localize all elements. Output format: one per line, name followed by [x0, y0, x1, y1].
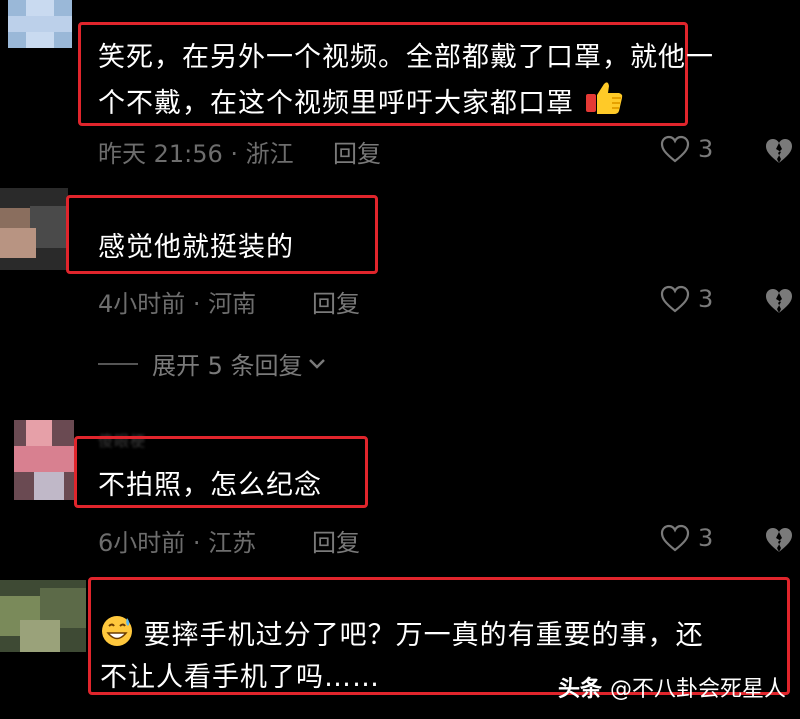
- comment-text: 感觉他就挺装的: [98, 232, 294, 263]
- comment-text: 个不戴，在这个视频里呼吁大家都口罩: [98, 80, 624, 130]
- broken-heart-icon[interactable]: [764, 137, 794, 165]
- like-count: 3: [698, 135, 714, 163]
- like-button[interactable]: 3: [660, 285, 713, 313]
- thumbs-up-icon: [584, 80, 624, 130]
- comment-meta: 4小时前 · 河南: [98, 290, 257, 318]
- reply-button[interactable]: 回复: [312, 523, 360, 558]
- heart-icon: [660, 135, 690, 163]
- heart-icon: [660, 524, 690, 552]
- comment-meta: 6小时前 · 江苏: [98, 529, 257, 557]
- comment-text: 要摔手机过分了吧？万一真的有重要的事，还: [100, 614, 704, 662]
- avatar[interactable]: [0, 580, 86, 652]
- comment-text: 笑死，在另外一个视频。全部都戴了口罩，就他一: [98, 42, 714, 73]
- broken-heart-icon[interactable]: [764, 526, 794, 554]
- comment-text: 不拍照，怎么纪念: [98, 470, 322, 501]
- watermark-brand: 头条: [557, 677, 602, 702]
- broken-heart-icon[interactable]: [764, 287, 794, 315]
- like-count: 3: [698, 285, 714, 313]
- reply-button[interactable]: 回复: [312, 284, 360, 319]
- divider: [98, 362, 138, 365]
- heart-icon: [660, 285, 690, 313]
- expand-replies-button[interactable]: 展开 5 条回复: [98, 346, 327, 381]
- like-button[interactable]: 3: [660, 524, 713, 552]
- grinning-sweat-icon: [100, 614, 134, 662]
- reply-button[interactable]: 回复: [333, 134, 381, 169]
- avatar[interactable]: [8, 0, 72, 48]
- avatar[interactable]: [0, 188, 68, 270]
- comment-text: 不让人看手机了吗……: [100, 662, 380, 693]
- comment-meta: 昨天 21:56 · 浙江: [98, 140, 294, 168]
- like-count: 3: [698, 524, 714, 552]
- watermark-handle: @不八卦会死星人: [609, 677, 786, 702]
- watermark: 头条 @不八卦会死星人: [558, 671, 786, 703]
- avatar[interactable]: [14, 420, 74, 500]
- chevron-down-icon: [308, 358, 325, 369]
- like-button[interactable]: 3: [660, 135, 713, 163]
- expand-replies-label: 展开 5 条回复: [152, 352, 303, 380]
